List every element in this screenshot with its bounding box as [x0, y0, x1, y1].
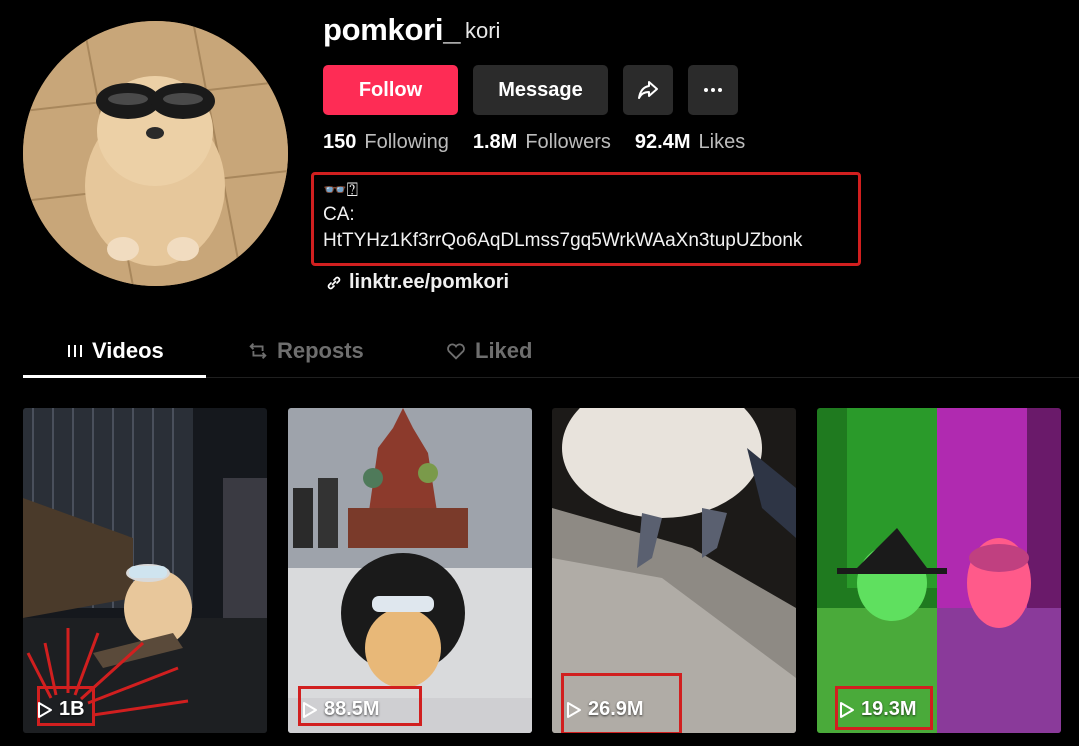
- bio-line-ca-label: CA:: [323, 204, 355, 225]
- view-count: 88.5M: [302, 698, 380, 721]
- likes-stat: 92.4M Likes: [635, 131, 745, 154]
- bio-line-emoji: 👓⍰: [323, 180, 359, 201]
- play-icon: [840, 701, 854, 718]
- play-icon: [38, 701, 52, 718]
- profile-link[interactable]: linktr.ee/pomkori: [325, 271, 509, 294]
- likes-label: Likes: [698, 131, 746, 153]
- link-icon: [327, 276, 341, 289]
- video-card[interactable]: 19.3M: [817, 408, 1061, 733]
- view-count: 19.3M: [839, 698, 917, 721]
- video-thumbnail: [817, 408, 1061, 733]
- follow-button[interactable]: Follow: [323, 65, 458, 115]
- tab-videos-label: Videos: [92, 338, 164, 363]
- view-count-text: 26.9M: [588, 698, 644, 720]
- share-button[interactable]: [623, 65, 673, 115]
- following-label: Following: [364, 131, 449, 153]
- tab-active-indicator: [23, 375, 206, 378]
- message-button[interactable]: Message: [473, 65, 608, 115]
- tab-reposts-label: Reposts: [277, 338, 364, 363]
- video-card[interactable]: 88.5M: [288, 408, 532, 733]
- video-thumbnail: [288, 408, 532, 733]
- tab-liked-label: Liked: [475, 338, 533, 363]
- followers-count: 1.8M: [472, 131, 518, 153]
- username: pomkori_: [323, 12, 461, 47]
- view-count-text: 88.5M: [324, 698, 380, 720]
- following-stat[interactable]: 150 Following: [323, 131, 449, 154]
- view-count-text: 1B: [59, 698, 85, 720]
- view-count-text: 19.3M: [861, 698, 917, 720]
- video-card[interactable]: 1B: [23, 408, 267, 733]
- likes-count: 92.4M: [634, 131, 691, 153]
- bio-line-contract-address: HtTYHz1Kf3rrQo6AqDLmss7gq5WrkWAaXn3tupUZ…: [323, 230, 803, 251]
- followers-stat[interactable]: 1.8M Followers: [473, 131, 611, 154]
- profile-avatar[interactable]: [23, 21, 288, 286]
- view-count: 26.9M: [566, 698, 644, 721]
- profile-stats: 150 Following 1.8M Followers 92.4M Likes: [323, 131, 745, 154]
- view-count: 1B: [37, 698, 85, 721]
- play-icon: [567, 701, 581, 718]
- more-button[interactable]: [688, 65, 738, 115]
- tab-videos[interactable]: Videos: [66, 336, 164, 366]
- followers-label: Followers: [525, 131, 611, 153]
- tab-reposts[interactable]: Reposts: [247, 336, 364, 366]
- share-arrow-icon: [638, 81, 658, 99]
- profile-link-text: linktr.ee/pomkori: [349, 271, 510, 293]
- more-dots-icon: [704, 88, 722, 92]
- tab-liked[interactable]: Liked: [445, 336, 532, 366]
- play-icon: [303, 701, 317, 718]
- video-card[interactable]: 26.9M: [552, 408, 796, 733]
- nickname: kori: [465, 18, 501, 43]
- videos-grid-icon: [68, 345, 82, 357]
- following-count: 150: [323, 131, 357, 153]
- pomeranian-sunglasses-avatar: [23, 21, 288, 286]
- heart-lock-icon: [447, 343, 465, 360]
- repost-icon: [249, 343, 267, 359]
